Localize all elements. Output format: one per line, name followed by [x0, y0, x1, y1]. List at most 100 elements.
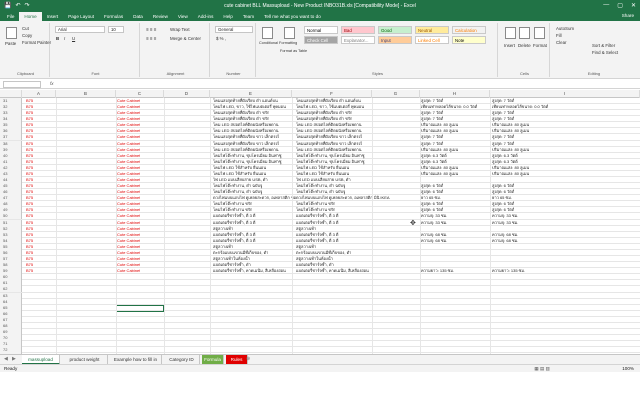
insert-cells-button[interactable]: Insert — [504, 43, 515, 48]
name-box[interactable] — [3, 81, 41, 88]
gridline — [372, 98, 373, 354]
window-controls: — ▢ ✕ — [603, 2, 636, 9]
column-header-i[interactable]: I — [490, 90, 640, 98]
tab-review[interactable]: Review — [148, 12, 173, 21]
fill-button[interactable]: Fill — [556, 33, 562, 38]
font-size-select[interactable]: 10 — [108, 26, 124, 33]
zoom-level[interactable]: 100% — [622, 366, 634, 371]
underline-button[interactable]: U — [72, 36, 75, 41]
font-group: Arial 10 B I U Font — [52, 23, 140, 77]
column-header-d[interactable]: D — [164, 90, 210, 98]
sort-filter-button[interactable]: Sort & Filter — [592, 43, 615, 48]
tab-view[interactable]: View — [173, 12, 193, 21]
paste-icon[interactable] — [6, 27, 17, 39]
window-title: cute cabinet BLL Massupload - New Produc… — [224, 3, 416, 9]
conditional-formatting-button[interactable]: Conditional Formatting — [259, 41, 297, 45]
format-painter-button[interactable]: Format Painter — [22, 40, 51, 45]
cell-style-bad[interactable]: Bad — [341, 26, 375, 34]
number-format-select[interactable]: General — [215, 26, 253, 33]
editing-label: Editing — [587, 71, 601, 76]
cells-label: Cells — [520, 71, 529, 76]
tab-formulas[interactable]: Formulas — [99, 12, 128, 21]
selected-cell[interactable] — [116, 304, 164, 312]
tab-insert[interactable]: Insert — [42, 12, 64, 21]
cell-style-linked-cell[interactable]: Linked Cell — [415, 36, 449, 44]
autosum-button[interactable]: AutoSum — [556, 26, 574, 31]
title-bar: 💾 ↶ ↷ cute cabinet BLL Massupload - New … — [0, 0, 640, 12]
column-header-f[interactable]: F — [292, 90, 372, 98]
tab-data[interactable]: Data — [128, 12, 148, 21]
wrap-text-button[interactable]: Wrap Text — [170, 27, 190, 32]
find-select-button[interactable]: Find & Select — [592, 50, 618, 55]
bottom-margin — [0, 372, 640, 400]
column-header-a[interactable]: A — [22, 90, 56, 98]
format-icon[interactable] — [534, 27, 545, 39]
gridline — [210, 98, 211, 354]
column-headers: ABCDEFGHI — [0, 90, 640, 98]
column-header-h[interactable]: H — [420, 90, 490, 98]
cell-style-note[interactable]: Note — [452, 36, 486, 44]
status-bar: Ready ▦ ▤ ▥ 100% — [0, 364, 640, 372]
bold-button[interactable]: B — [56, 36, 59, 41]
tell-me-search[interactable]: Tell me what you want to do — [259, 12, 326, 21]
font-label: Font — [91, 71, 100, 76]
currency-icon[interactable]: $ % , — [216, 36, 226, 41]
tab-home[interactable]: Home — [19, 12, 42, 21]
fx-icon[interactable]: fx — [50, 81, 54, 86]
gridline — [420, 98, 421, 354]
cell-style-good[interactable]: Good — [378, 26, 412, 34]
cell-style-calculation[interactable]: Calculation — [452, 26, 486, 34]
column-header-c[interactable]: C — [116, 90, 164, 98]
prev-sheet-icon[interactable]: ◀ — [4, 356, 8, 362]
ribbon: Paste Cut Copy Format Painter Clipboard … — [0, 21, 640, 79]
column-header-e[interactable]: E — [210, 90, 292, 98]
column-header-g[interactable]: G — [372, 90, 420, 98]
sheet-tabs: ◀ ▶ massupload product weight Example how … — [0, 354, 640, 365]
clipboard-label: Clipboard — [16, 71, 35, 76]
cell-style-normal[interactable]: Normal — [304, 26, 338, 34]
gridline — [292, 98, 293, 354]
tab-page-layout[interactable]: Page Layout — [63, 12, 99, 21]
conditional-formatting-icon[interactable] — [262, 27, 273, 39]
alignment-label: Alignment — [166, 71, 185, 76]
gridline — [116, 98, 117, 354]
maximize-button[interactable]: ▢ — [617, 2, 623, 9]
minimize-button[interactable]: — — [603, 2, 609, 9]
editing-group: AutoSum Fill Clear Sort & Filter Find & … — [552, 23, 636, 77]
font-name-select[interactable]: Arial — [55, 26, 105, 33]
cell-style-check-cell[interactable]: Check Cell — [304, 36, 338, 44]
share-button[interactable]: Share — [622, 13, 634, 18]
italic-button[interactable]: I — [64, 36, 65, 41]
insert-icon[interactable] — [505, 27, 516, 39]
tab-file[interactable]: File — [2, 12, 19, 21]
tab-add-ins[interactable]: Add-ins — [193, 12, 219, 21]
delete-icon[interactable] — [519, 27, 530, 39]
cell-style-input[interactable]: Input — [378, 36, 412, 44]
formula-bar: fx — [0, 80, 640, 89]
cells-group: Insert Delete Format Cells — [500, 23, 550, 77]
format-cells-button[interactable]: Format — [533, 43, 547, 48]
alignment-group: Wrap Text Merge & Center ≡ ≡ ≡ ≡ ≡ ≡ Ali… — [142, 23, 210, 77]
format-table-icon[interactable] — [284, 27, 295, 39]
select-all-corner[interactable] — [0, 90, 22, 98]
copy-button[interactable]: Copy — [22, 33, 32, 38]
add-sheet-icon[interactable]: ⊕ — [246, 356, 250, 362]
cut-button[interactable]: Cut — [22, 26, 29, 31]
cell-style-explanator-[interactable]: Explanator... — [341, 36, 375, 44]
paste-button[interactable]: Paste — [5, 41, 16, 46]
cell-style-neutral[interactable]: Neutral — [415, 26, 449, 34]
close-button[interactable]: ✕ — [631, 2, 636, 9]
spreadsheet-grid[interactable]: ABCDEFGHI 31 B75 Cute Cabinet โคมแสงสุดท้าย… — [0, 90, 640, 354]
format-as-table-button[interactable]: Format as Table — [280, 49, 307, 53]
delete-cells-button[interactable]: Delete — [518, 43, 531, 48]
gridline — [56, 98, 57, 354]
next-sheet-icon[interactable]: ▶ — [12, 356, 16, 362]
column-header-b[interactable]: B — [56, 90, 116, 98]
gridline — [490, 98, 491, 354]
clear-button[interactable]: Clear — [556, 40, 567, 45]
align-top-icon[interactable]: ≡ ≡ ≡ — [146, 27, 156, 32]
merge-center-button[interactable]: Merge & Center — [170, 36, 201, 41]
align-left-icon[interactable]: ≡ ≡ ≡ — [146, 36, 156, 41]
tab-team[interactable]: Team — [238, 12, 259, 21]
tab-help[interactable]: Help — [218, 12, 237, 21]
